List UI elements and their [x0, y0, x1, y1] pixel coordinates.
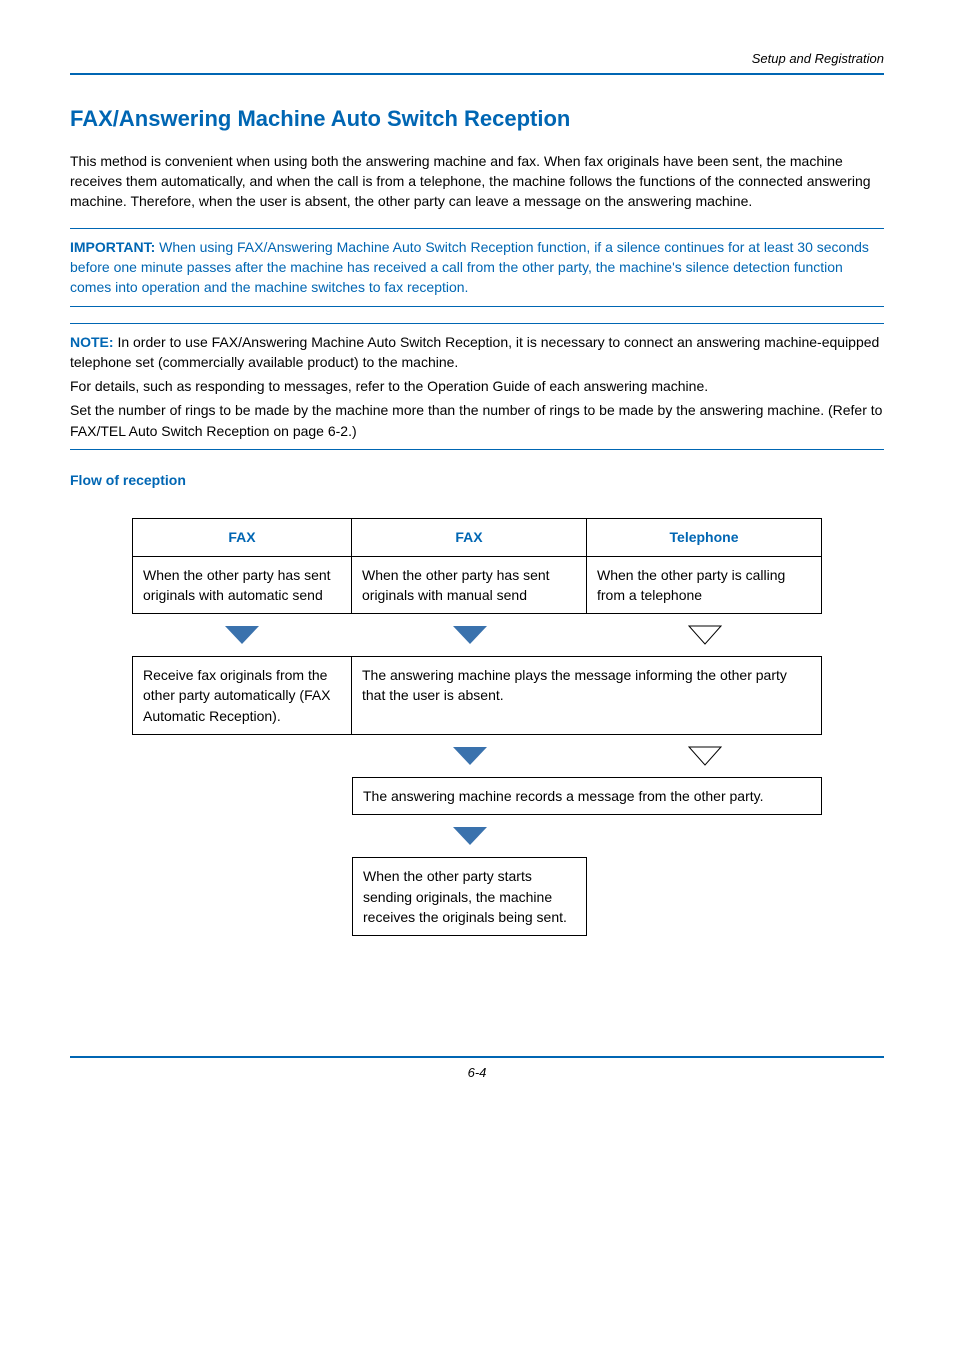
- solid-down-arrow-icon: [225, 626, 259, 644]
- flow-row-1: When the other party has sent originals …: [132, 557, 822, 615]
- solid-down-arrow-icon: [453, 827, 487, 845]
- important-label: IMPORTANT:: [70, 239, 155, 255]
- arrow-3b: [352, 827, 587, 845]
- flow-cell-1b: When the other party has sent originals …: [352, 557, 587, 615]
- flow-header-row: FAX FAX Telephone: [132, 518, 822, 556]
- arrow-row-3: [132, 815, 822, 857]
- note-text-1: In order to use FAX/Answering Machine Au…: [70, 334, 879, 370]
- note-line-3: Set the number of rings to be made by th…: [70, 400, 884, 441]
- flow-cell-2a: Receive fax originals from the other par…: [132, 656, 352, 735]
- note-callout: NOTE: In order to use FAX/Answering Mach…: [70, 323, 884, 450]
- outline-down-arrow-icon: [688, 746, 722, 766]
- important-rule-bottom: [70, 306, 884, 307]
- flow-cell-2bc: The answering machine plays the message …: [352, 656, 822, 735]
- arrow-row-1: [132, 614, 822, 656]
- header-rule: [70, 73, 884, 75]
- note-line-1: NOTE: In order to use FAX/Answering Mach…: [70, 332, 884, 373]
- arrow-1a: [132, 626, 352, 644]
- flow-row-3: The answering machine records a message …: [132, 777, 822, 815]
- flow-header-fax-a: FAX: [132, 518, 352, 556]
- arrow-2c: [587, 746, 822, 766]
- flow-cell-4c-empty: [587, 857, 822, 936]
- note-rule-bottom: [70, 449, 884, 450]
- flow-header-telephone: Telephone: [587, 518, 822, 556]
- important-callout: IMPORTANT: When using FAX/Answering Mach…: [70, 228, 884, 307]
- flow-cell-4b: When the other party starts sending orig…: [352, 857, 587, 936]
- outline-down-arrow-icon: [688, 625, 722, 645]
- arrow-row-2: [132, 735, 822, 777]
- page-title: FAX/Answering Machine Auto Switch Recept…: [70, 103, 884, 135]
- solid-down-arrow-icon: [453, 747, 487, 765]
- flow-diagram: FAX FAX Telephone When the other party h…: [132, 518, 822, 936]
- solid-down-arrow-icon: [453, 626, 487, 644]
- flow-cell-1a: When the other party has sent originals …: [132, 557, 352, 615]
- arrow-1c: [587, 625, 822, 645]
- flow-header-fax-b: FAX: [352, 518, 587, 556]
- arrow-2b: [352, 747, 587, 765]
- flow-cell-3a-empty: [132, 777, 352, 815]
- flow-row-4: When the other party starts sending orig…: [132, 857, 822, 936]
- flow-heading: Flow of reception: [70, 470, 884, 490]
- note-line-2: For details, such as responding to messa…: [70, 376, 884, 396]
- flow-row-2: Receive fax originals from the other par…: [132, 656, 822, 735]
- intro-paragraph: This method is convenient when using bot…: [70, 151, 884, 212]
- page-number: 6-4: [70, 1056, 884, 1083]
- note-label: NOTE:: [70, 334, 114, 350]
- header-section: Setup and Registration: [70, 50, 884, 69]
- flow-cell-1c: When the other party is calling from a t…: [587, 557, 822, 615]
- flow-cell-3bc: The answering machine records a message …: [352, 777, 822, 815]
- arrow-1b: [352, 626, 587, 644]
- important-text: When using FAX/Answering Machine Auto Sw…: [70, 239, 869, 296]
- flow-cell-4a-empty: [132, 857, 352, 936]
